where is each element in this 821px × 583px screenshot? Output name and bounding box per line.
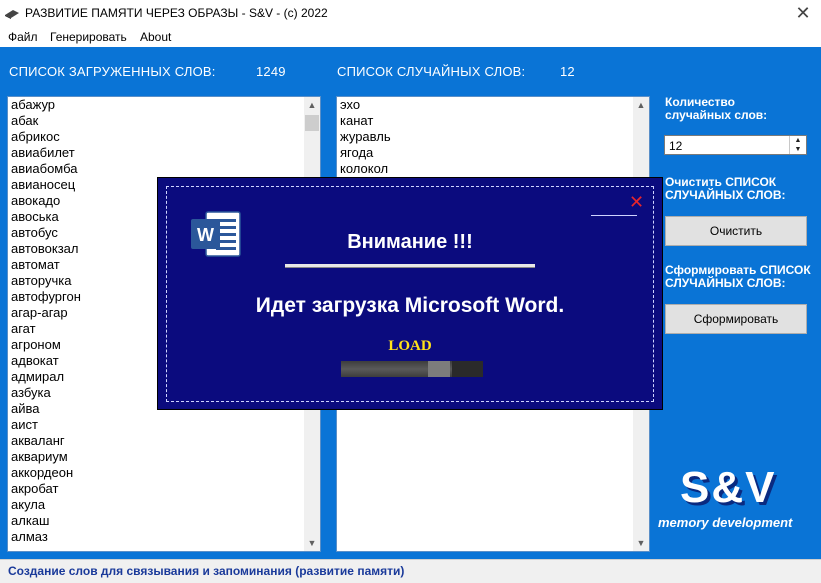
random-list-header: СПИСОК СЛУЧАЙНЫХ СЛОВ:: [337, 64, 526, 79]
list-item[interactable]: абажур: [8, 97, 320, 113]
form-button[interactable]: Сформировать: [665, 304, 807, 334]
spin-up-icon[interactable]: ▲: [790, 136, 806, 145]
list-item[interactable]: абрикос: [8, 129, 320, 145]
loaded-list-count: 1249: [256, 64, 286, 79]
dialog-message: Идет загрузка Microsoft Word.: [255, 294, 565, 317]
loaded-list-header: СПИСОК ЗАГРУЖЕННЫХ СЛОВ:: [9, 64, 216, 79]
list-item[interactable]: колокол: [337, 161, 649, 177]
dialog-rule: [285, 264, 535, 268]
list-item[interactable]: аккордеон: [8, 465, 320, 481]
count-value[interactable]: 12: [669, 139, 682, 153]
window-title: РАЗВИТИЕ ПАМЯТИ ЧЕРЕЗ ОБРАЗЫ - S&V - (c)…: [25, 6, 328, 20]
dialog-close-icon[interactable]: ✕: [629, 192, 644, 213]
scroll-up-icon[interactable]: ▲: [633, 97, 649, 113]
list-item[interactable]: акваланг: [8, 433, 320, 449]
clear-label: Очистить СПИСОК СЛУЧАЙНЫХ СЛОВ:: [665, 175, 786, 202]
list-item[interactable]: акула: [8, 497, 320, 513]
status-text: Создание слов для связывания и запоминан…: [8, 564, 405, 578]
dialog-title: Внимание !!!: [347, 231, 473, 253]
count-spinner[interactable]: 12 ▲ ▼: [664, 135, 807, 155]
menu-file[interactable]: Файл: [8, 30, 38, 44]
list-item[interactable]: алкаш: [8, 513, 320, 529]
random-list-count: 12: [560, 64, 575, 79]
list-item[interactable]: аист: [8, 417, 320, 433]
list-item[interactable]: абак: [8, 113, 320, 129]
load-progress-bar: [341, 361, 483, 377]
loading-dialog: ✕ W Внимание !!! Идет загрузка Microsoft…: [158, 178, 662, 409]
app-icon: [5, 10, 19, 19]
scroll-down-icon[interactable]: ▼: [304, 535, 320, 551]
menu-about[interactable]: About: [140, 30, 171, 44]
load-label: LOAD: [388, 338, 432, 354]
menu-bar: Файл Генерировать About: [0, 28, 821, 47]
scroll-up-icon[interactable]: ▲: [304, 97, 320, 113]
list-item[interactable]: ягода: [337, 145, 649, 161]
spin-down-icon[interactable]: ▼: [790, 145, 806, 154]
form-label: Сформировать СПИСОК СЛУЧАЙНЫХ СЛОВ:: [665, 263, 811, 290]
load-progress-segment: [428, 361, 450, 377]
close-window-button[interactable]: ✕: [793, 3, 813, 23]
scroll-thumb[interactable]: [305, 115, 319, 131]
list-item[interactable]: эхо: [337, 97, 649, 113]
list-item[interactable]: авиабилет: [8, 145, 320, 161]
status-bar: Создание слов для связывания и запоминан…: [0, 559, 821, 583]
clear-button[interactable]: Очистить: [665, 216, 807, 246]
menu-generate[interactable]: Генерировать: [50, 30, 127, 44]
logo-title: S&V: [680, 463, 777, 512]
list-item[interactable]: алмаз: [8, 529, 320, 545]
list-item[interactable]: авиабомба: [8, 161, 320, 177]
title-bar: РАЗВИТИЕ ПАМЯТИ ЧЕРЕЗ ОБРАЗЫ - S&V - (c)…: [0, 0, 821, 28]
scroll-down-icon[interactable]: ▼: [633, 535, 649, 551]
list-item[interactable]: журавль: [337, 129, 649, 145]
count-label: Количество случайных слов:: [665, 95, 768, 122]
list-item[interactable]: акробат: [8, 481, 320, 497]
logo-subtitle: memory development: [658, 515, 793, 530]
list-item[interactable]: канат: [337, 113, 649, 129]
dialog-divider: [591, 215, 637, 216]
list-item[interactable]: аквариум: [8, 449, 320, 465]
